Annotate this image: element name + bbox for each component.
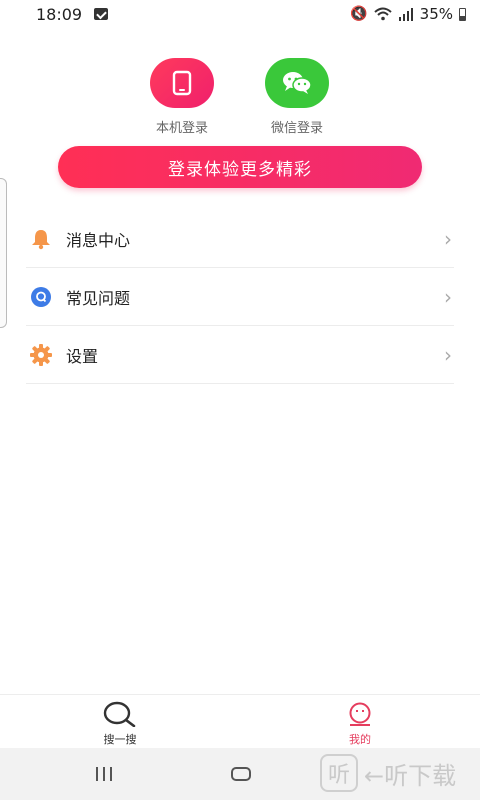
tab-mine[interactable]: 我的 xyxy=(320,701,400,747)
wechat-login-option[interactable]: 微信登录 xyxy=(252,58,342,136)
watermark-logo: 听 xyxy=(320,754,358,792)
phone-login-label: 本机登录 xyxy=(155,121,208,136)
menu-item-label: 常见问题 xyxy=(66,288,131,308)
phone-login-option[interactable]: 本机登录 xyxy=(137,58,227,136)
wechat-icon xyxy=(283,72,312,94)
status-time: 18:09 xyxy=(36,4,83,24)
wechat-login-label: 微信登录 xyxy=(270,121,323,136)
menu-item-settings[interactable]: 设置 › xyxy=(26,326,454,384)
menu-list: 消息中心 › 常见问题 › 设置 › xyxy=(26,210,454,384)
bottom-tab-bar: 搜一搜 我的 xyxy=(0,694,480,749)
tab-mine-label: 我的 xyxy=(349,733,371,746)
gear-icon xyxy=(30,343,52,366)
profile-icon xyxy=(320,701,400,727)
menu-item-label: 设置 xyxy=(66,346,99,366)
system-nav-bar: 听 ←听下载 xyxy=(0,748,480,800)
phone-login-button[interactable] xyxy=(150,58,214,108)
question-icon xyxy=(30,286,52,308)
chevron-right-icon: › xyxy=(444,226,452,251)
recents-button[interactable] xyxy=(96,767,112,781)
wifi-icon xyxy=(373,7,392,21)
bell-icon xyxy=(30,228,52,250)
watermark: 听 ←听下载 xyxy=(320,754,456,792)
login-banner-button[interactable]: 登录体验更多精彩 xyxy=(58,146,422,188)
mute-icon: 🔇 xyxy=(350,6,368,22)
menu-item-label: 消息中心 xyxy=(66,230,131,250)
chevron-right-icon: › xyxy=(444,342,452,367)
menu-item-messages[interactable]: 消息中心 › xyxy=(26,210,454,268)
tab-search[interactable]: 搜一搜 xyxy=(80,701,160,747)
tab-search-label: 搜一搜 xyxy=(103,733,137,746)
wechat-login-button[interactable] xyxy=(265,58,329,108)
signal-icon xyxy=(398,7,413,21)
phone-icon xyxy=(172,70,192,96)
home-button[interactable] xyxy=(231,767,251,781)
chevron-right-icon: › xyxy=(444,284,452,309)
status-bar: 18:09 🔇 35% xyxy=(0,0,480,28)
notification-icon xyxy=(94,8,109,20)
battery-icon xyxy=(459,7,466,21)
side-drawer-handle[interactable] xyxy=(0,178,7,328)
watermark-text: ←听下载 xyxy=(364,761,457,790)
menu-item-faq[interactable]: 常见问题 › xyxy=(26,268,454,326)
search-icon xyxy=(80,701,160,727)
battery-percent: 35% xyxy=(419,5,453,23)
